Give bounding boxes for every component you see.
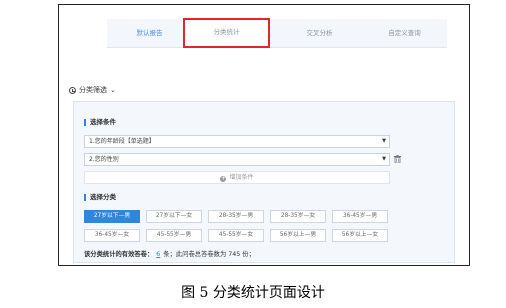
conditions-title: 选择条件: [84, 119, 116, 126]
filter-toggle-label: 分类筛选: [79, 86, 107, 94]
category-button[interactable]: 28-35岁—男: [208, 210, 264, 223]
trash-icon[interactable]: [394, 155, 401, 163]
add-condition-button[interactable]: + 增加条件: [84, 171, 390, 184]
tab-custom-query[interactable]: 自定义查询: [362, 19, 447, 47]
filter-panel: 选择条件 1.您的年龄段【单选题】 ▼ 2.您的性别 ▼ + 增加条件 选择分类 …: [73, 101, 455, 263]
category-filter-toggle[interactable]: 分类筛选 ⌄: [69, 85, 116, 95]
add-condition-label: 增加条件: [229, 174, 254, 181]
dropdown-arrow-icon: ▼: [382, 138, 386, 144]
condition-select-1-value: 1.您的年龄段【单选题】: [89, 138, 155, 145]
tab-category-stats[interactable]: 分类统计: [183, 18, 270, 48]
category-button[interactable]: 27岁以下—女: [146, 210, 202, 223]
condition-select-2-value: 2.您的性别: [89, 156, 119, 163]
category-button[interactable]: 28-35岁—女: [270, 210, 326, 223]
summary-text: 该分类统计的有效答卷： 6 条；此问卷总答卷数为 745 份；: [84, 249, 255, 258]
tab-cross-analysis[interactable]: 交叉分析: [277, 19, 362, 47]
summary-prefix: 该分类统计的有效答卷：: [84, 251, 154, 258]
dropdown-arrow-icon: ▼: [382, 156, 386, 162]
categories-title: 选择分类: [84, 194, 116, 201]
clock-icon: [69, 86, 76, 94]
summary-suffix: 条；此问卷总答卷数为 745 份；: [163, 251, 255, 258]
plus-icon: +: [220, 175, 227, 182]
category-button[interactable]: 56岁以上—男: [270, 229, 326, 242]
category-button[interactable]: 45-55岁—男: [146, 229, 202, 242]
chevron-down-icon: ⌄: [110, 86, 116, 94]
report-tabs: 默认报告 分类统计 交叉分析 自定义查询: [107, 18, 447, 48]
category-button[interactable]: 56岁以上—女: [332, 229, 388, 242]
condition-select-1[interactable]: 1.您的年龄段【单选题】 ▼: [84, 135, 390, 148]
category-button[interactable]: 27岁以下—男: [84, 210, 140, 223]
condition-select-2[interactable]: 2.您的性别 ▼: [84, 153, 390, 166]
tab-default-report[interactable]: 默认报告: [107, 19, 192, 47]
figure-caption: 图 5 分类统计页面设计: [181, 285, 325, 301]
category-button[interactable]: 36-45岁—女: [84, 229, 140, 242]
valid-count-link[interactable]: 6: [156, 251, 160, 258]
app-frame: 默认报告 分类统计 交叉分析 自定义查询 分类筛选 ⌄ 选择条件 1.您的年龄段…: [58, 4, 470, 266]
category-button[interactable]: 36-45岁—男: [332, 210, 388, 223]
category-button[interactable]: 45-55岁—女: [208, 229, 264, 242]
